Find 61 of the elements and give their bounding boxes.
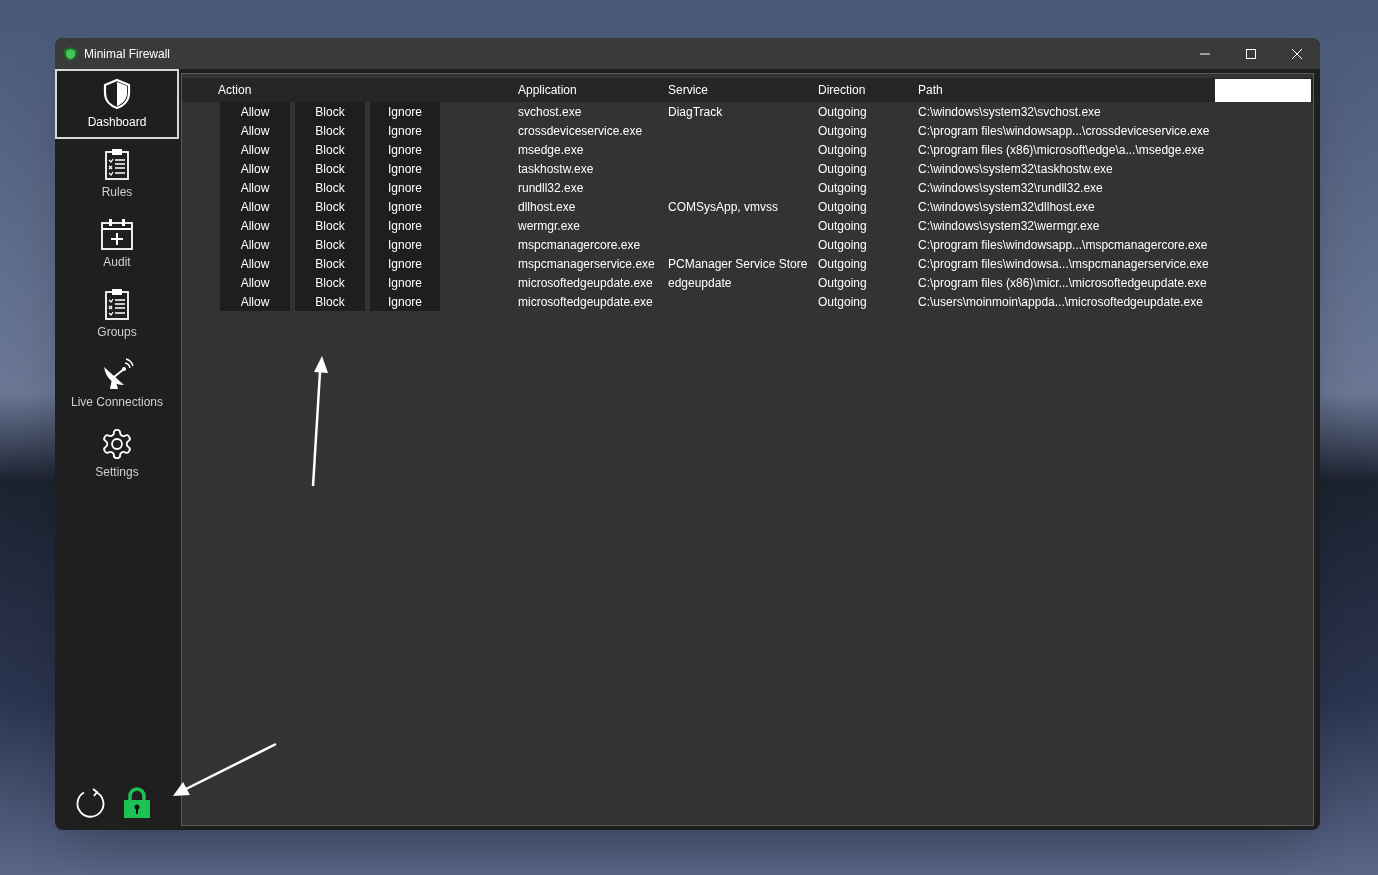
sidebar-item[interactable]: Groups [55,279,179,349]
sidebar-item[interactable]: Settings [55,419,179,489]
action-button[interactable]: Block [295,140,365,159]
action-button[interactable]: Ignore [370,197,440,216]
action-button[interactable]: Allow [220,254,290,273]
search-field[interactable] [1215,78,1311,102]
sidebar-item[interactable]: Rules [55,139,179,209]
table-row[interactable]: mspcmanagerservice.exe PCManager Service Store Outgoing C:\program files\windowsa...\mspcmanagerservice.exe [518,254,1210,273]
sidebar-item[interactable]: Audit [55,209,179,279]
action-button[interactable]: Ignore [370,140,440,159]
action-button[interactable]: Ignore [370,121,440,140]
window-title: Minimal Firewall [84,45,170,63]
action-button[interactable]: Ignore [370,102,440,121]
action-button[interactable]: Allow [220,102,290,121]
action-button[interactable]: Allow [220,273,290,292]
action-button[interactable]: Block [295,254,365,273]
table-row[interactable]: msedge.exe Outgoing C:\program files (x86)\microsoft\edge\a...\msedge.exe [518,140,1210,159]
action-button[interactable]: Allow [220,121,290,140]
table-row[interactable]: dllhost.exe COMSysApp, vmvss Outgoing C:\windows\system32\dllhost.exe [518,197,1210,216]
table-row[interactable]: microsoftedgeupdate.exe edgeupdate Outgoing C:\program files (x86)\micr...\microsoftedgeupdate.exe [518,273,1210,292]
shield-logo-icon [64,46,77,61]
action-button[interactable]: Allow [220,197,290,216]
refresh-icon [74,787,106,819]
padlock-icon [123,787,151,819]
table-row[interactable]: microsoftedgeupdate.exe Outgoing C:\users\moinmoin\appda...\microsoftedgeupdate.exe [518,292,1210,311]
action-button[interactable]: Ignore [370,254,440,273]
sidebar-item[interactable]: Live Connections [55,349,179,419]
table-row[interactable]: crossdeviceservice.exe Outgoing C:\program files\windowsapp...\crossdeviceservice.exe [518,121,1210,140]
action-button[interactable]: Block [295,102,365,121]
calendar-plus-icon [100,217,134,251]
action-button[interactable]: Allow [220,216,290,235]
action-button[interactable]: Block [295,273,365,292]
action-button[interactable]: Allow [220,292,290,311]
action-button[interactable]: Ignore [370,273,440,292]
action-button[interactable]: Block [295,216,365,235]
action-button[interactable]: Ignore [370,159,440,178]
action-button[interactable]: Ignore [370,216,440,235]
action-button[interactable]: Ignore [370,292,440,311]
action-button[interactable]: Ignore [370,178,440,197]
table-row[interactable]: rundll32.exe Outgoing C:\windows\system32\rundll32.exe [518,178,1210,197]
sidebar-item[interactable]: Dashboard [55,69,179,139]
table-row[interactable]: taskhostw.exe Outgoing C:\windows\system32\taskhostw.exe [518,159,1210,178]
table-row[interactable]: mspcmanagercore.exe Outgoing C:\program files\windowsapp...\mspcmanagercore.exe [518,235,1210,254]
action-button[interactable]: Ignore [370,235,440,254]
action-button[interactable]: Block [295,197,365,216]
action-button[interactable]: Allow [220,178,290,197]
close-icon [1292,48,1302,59]
action-button[interactable]: Block [295,292,365,311]
table-row[interactable]: wermgr.exe Outgoing C:\windows\system32\wermgr.exe [518,216,1210,235]
table-header: Action Application Service Direction Path [182,78,1313,102]
action-button[interactable]: Block [295,159,365,178]
action-button[interactable]: Block [295,178,365,197]
action-button[interactable]: Allow [220,235,290,254]
action-button[interactable]: Allow [220,159,290,178]
settings-icon [100,427,134,461]
action-button[interactable]: Allow [220,140,290,159]
maximize-icon [1246,48,1256,59]
action-button[interactable]: Block [295,121,365,140]
lock-button[interactable] [123,787,151,819]
table-row[interactable]: svchost.exe DiagTrack Outgoing C:\windows\system32\svchost.exe [518,102,1210,121]
action-button[interactable]: Block [295,235,365,254]
